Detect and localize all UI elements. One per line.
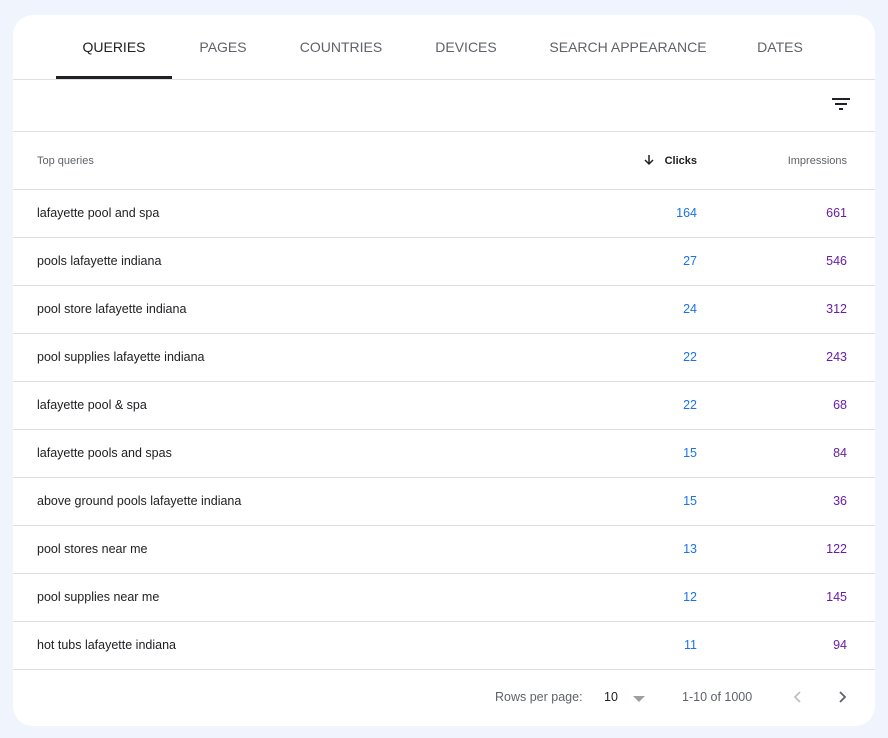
table-header: Top queries Clicks Impressions bbox=[13, 132, 875, 190]
header-clicks[interactable]: Clicks bbox=[665, 155, 697, 167]
tab-queries[interactable]: QUERIES bbox=[56, 15, 172, 79]
impressions-cell: 94 bbox=[833, 638, 847, 652]
table-row[interactable]: pools lafayette indiana 27 546 bbox=[13, 238, 875, 286]
query-cell: pools lafayette indiana bbox=[37, 254, 162, 268]
tab-countries[interactable]: COUNTRIES bbox=[291, 15, 391, 79]
previous-page-icon[interactable] bbox=[793, 690, 803, 704]
table-row[interactable]: pool stores near me 13 122 bbox=[13, 526, 875, 574]
query-cell: lafayette pool and spa bbox=[37, 206, 160, 220]
arrow-down-icon bbox=[644, 155, 654, 166]
clicks-cell: 13 bbox=[683, 542, 697, 556]
table-row[interactable]: lafayette pool and spa 164 661 bbox=[13, 190, 875, 238]
query-cell: pool supplies lafayette indiana bbox=[37, 350, 205, 364]
clicks-cell: 15 bbox=[683, 494, 697, 508]
impressions-cell: 661 bbox=[826, 206, 847, 220]
query-cell: pool supplies near me bbox=[37, 590, 160, 604]
tab-dates[interactable]: DATES bbox=[748, 15, 812, 79]
table-row[interactable]: pool supplies lafayette indiana 22 243 bbox=[13, 334, 875, 382]
filter-icon[interactable] bbox=[832, 97, 850, 111]
table-row[interactable]: pool supplies near me 12 145 bbox=[13, 574, 875, 622]
query-cell: above ground pools lafayette indiana bbox=[37, 494, 242, 508]
table-row[interactable]: pool store lafayette indiana 24 312 bbox=[13, 286, 875, 334]
next-page-icon[interactable] bbox=[837, 690, 847, 704]
table-row[interactable]: hot tubs lafayette indiana 11 94 bbox=[13, 622, 875, 670]
clicks-cell: 22 bbox=[683, 350, 697, 364]
impressions-cell: 36 bbox=[833, 494, 847, 508]
impressions-cell: 312 bbox=[826, 302, 847, 316]
clicks-cell: 164 bbox=[676, 206, 697, 220]
impressions-cell: 546 bbox=[826, 254, 847, 268]
table-body: lafayette pool and spa 164 661 pools lafaye… bbox=[13, 190, 875, 670]
tab-bar: QUERIES PAGES COUNTRIES DEVICES SEARCH A… bbox=[13, 15, 875, 80]
rows-per-page-select[interactable]: 10 bbox=[604, 690, 618, 704]
impressions-cell: 145 bbox=[826, 590, 847, 604]
tab-pages[interactable]: PAGES bbox=[183, 15, 263, 79]
tab-search-appearance[interactable]: SEARCH APPEARANCE bbox=[543, 15, 713, 79]
clicks-cell: 24 bbox=[683, 302, 697, 316]
query-cell: hot tubs lafayette indiana bbox=[37, 638, 176, 652]
impressions-cell: 243 bbox=[826, 350, 847, 364]
header-impressions[interactable]: Impressions bbox=[788, 155, 847, 167]
clicks-cell: 11 bbox=[684, 638, 697, 652]
table-row[interactable]: lafayette pool & spa 22 68 bbox=[13, 382, 875, 430]
query-cell: lafayette pools and spas bbox=[37, 446, 172, 460]
pagination: Rows per page: 10 1-10 of 1000 bbox=[13, 670, 875, 726]
query-cell: pool store lafayette indiana bbox=[37, 302, 187, 316]
clicks-cell: 27 bbox=[683, 254, 697, 268]
header-top-queries[interactable]: Top queries bbox=[37, 155, 94, 167]
clicks-cell: 15 bbox=[683, 446, 697, 460]
performance-table-card: QUERIES PAGES COUNTRIES DEVICES SEARCH A… bbox=[13, 15, 875, 726]
table-row[interactable]: lafayette pools and spas 15 84 bbox=[13, 430, 875, 478]
page-range: 1-10 of 1000 bbox=[682, 690, 753, 704]
impressions-cell: 84 bbox=[833, 446, 847, 460]
rows-per-page-label: Rows per page: bbox=[495, 690, 583, 704]
filter-bar bbox=[13, 80, 875, 132]
clicks-cell: 22 bbox=[683, 398, 697, 412]
table-row[interactable]: above ground pools lafayette indiana 15 36 bbox=[13, 478, 875, 526]
query-cell: lafayette pool & spa bbox=[37, 398, 147, 412]
query-cell: pool stores near me bbox=[37, 542, 148, 556]
dropdown-arrow-icon[interactable] bbox=[633, 696, 645, 702]
impressions-cell: 68 bbox=[833, 398, 847, 412]
clicks-cell: 12 bbox=[683, 590, 697, 604]
impressions-cell: 122 bbox=[826, 542, 847, 556]
tab-devices[interactable]: DEVICES bbox=[423, 15, 509, 79]
